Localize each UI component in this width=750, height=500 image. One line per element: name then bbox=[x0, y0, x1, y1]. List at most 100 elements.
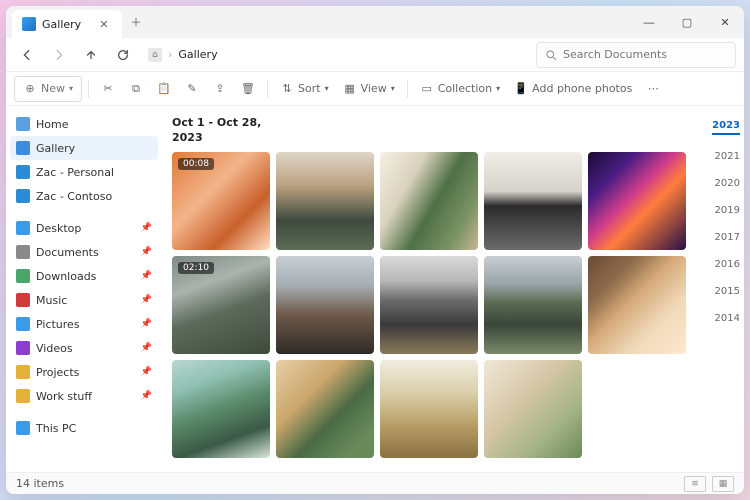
tab-gallery[interactable]: Gallery ✕ bbox=[12, 10, 122, 38]
year-timeline: 2023 2021 2020 2019 2017 2016 2015 2014 bbox=[700, 106, 744, 472]
new-label: New bbox=[41, 82, 65, 95]
share-button[interactable]: ⇪ bbox=[207, 76, 233, 102]
sidebar-item-label: Zac - Contoso bbox=[36, 190, 112, 203]
sidebar-item-zac-contoso[interactable]: Zac - Contoso bbox=[10, 184, 158, 208]
collection-button[interactable]: ▭ Collection ▾ bbox=[414, 76, 506, 102]
gallery-thumbnail[interactable]: 02:10 bbox=[172, 256, 270, 354]
folder-icon bbox=[16, 421, 30, 435]
sidebar-item-downloads[interactable]: Downloads 📌 bbox=[10, 264, 158, 288]
up-button[interactable] bbox=[78, 42, 104, 68]
sidebar-item-label: Downloads bbox=[36, 270, 96, 283]
plus-icon: ⊕ bbox=[23, 82, 37, 96]
refresh-button[interactable] bbox=[110, 42, 136, 68]
sidebar-item-pictures[interactable]: Pictures 📌 bbox=[10, 312, 158, 336]
search-input[interactable] bbox=[563, 48, 727, 61]
tab-title: Gallery bbox=[42, 18, 81, 31]
copy-button[interactable]: ⧉ bbox=[123, 76, 149, 102]
content-area: HomeGalleryZac - Personal Zac - Contoso D… bbox=[6, 106, 744, 472]
sidebar-item-home[interactable]: Home bbox=[10, 112, 158, 136]
chevron-down-icon: ▾ bbox=[391, 84, 395, 93]
gallery-thumbnail[interactable] bbox=[276, 360, 374, 458]
gallery-thumbnail[interactable] bbox=[588, 152, 686, 250]
sidebar-item-label: Pictures bbox=[36, 318, 80, 331]
timeline-year-2023[interactable]: 2023 bbox=[712, 120, 740, 135]
paste-button[interactable]: 📋 bbox=[151, 76, 177, 102]
cut-button[interactable]: ✂ bbox=[95, 76, 121, 102]
sidebar-item-documents[interactable]: Documents📌 bbox=[10, 240, 158, 264]
add-phone-photos-button[interactable]: 📱 Add phone photos bbox=[508, 76, 638, 102]
timeline-year-2015[interactable]: 2015 bbox=[715, 286, 740, 297]
delete-button[interactable]: 🗑 bbox=[235, 76, 261, 102]
sidebar-item-label: Work stuff bbox=[36, 390, 92, 403]
new-tab-button[interactable]: ＋ bbox=[122, 6, 150, 38]
rename-button[interactable]: ✎ bbox=[179, 76, 205, 102]
sidebar-item-label: Videos bbox=[36, 342, 73, 355]
date-year: 2023 bbox=[172, 131, 686, 144]
chevron-down-icon: ▾ bbox=[496, 84, 500, 93]
gallery-thumbnail[interactable] bbox=[276, 152, 374, 250]
gallery-thumbnail[interactable] bbox=[276, 256, 374, 354]
sidebar-item-this-pc[interactable]: This PC bbox=[10, 416, 158, 440]
sidebar-item-desktop[interactable]: Desktop 📌 bbox=[10, 216, 158, 240]
folder-icon bbox=[16, 341, 30, 355]
status-bar: 14 items ≡ ▦ bbox=[6, 472, 744, 494]
video-duration-badge: 00:08 bbox=[178, 158, 214, 170]
pin-icon: 📌 bbox=[141, 271, 152, 281]
command-bar: ⊕ New ▾ ✂ ⧉ 📋 ✎ ⇪ 🗑 ⇅ Sort ▾ ▦ View ▾ ▭ … bbox=[6, 72, 744, 106]
more-button[interactable]: ⋯ bbox=[640, 76, 666, 102]
close-tab-icon[interactable]: ✕ bbox=[96, 16, 112, 32]
sidebar-item-label: This PC bbox=[36, 422, 76, 435]
gallery-thumbnail[interactable]: 00:08 bbox=[172, 152, 270, 250]
list-view-toggle[interactable]: ≡ bbox=[684, 476, 706, 492]
gallery-tab-icon bbox=[22, 17, 36, 31]
folder-icon bbox=[16, 245, 30, 259]
search-box[interactable] bbox=[536, 42, 736, 68]
sort-button[interactable]: ⇅ Sort ▾ bbox=[274, 76, 335, 102]
address-bar: ⌂ › Gallery bbox=[6, 38, 744, 72]
item-count: 14 items bbox=[16, 477, 64, 490]
timeline-year-2017[interactable]: 2017 bbox=[715, 232, 740, 243]
timeline-year-2021[interactable]: 2021 bbox=[715, 151, 740, 162]
grid-view-toggle[interactable]: ▦ bbox=[712, 476, 734, 492]
sidebar-item-zac-personal[interactable]: Zac - Personal bbox=[10, 160, 158, 184]
gallery-thumbnail[interactable] bbox=[172, 360, 270, 458]
phone-icon: 📱 bbox=[514, 82, 528, 96]
timeline-year-2016[interactable]: 2016 bbox=[715, 259, 740, 270]
breadcrumb[interactable]: ⌂ › Gallery bbox=[142, 48, 530, 62]
close-window-button[interactable]: ✕ bbox=[706, 6, 744, 38]
gallery-thumbnail[interactable] bbox=[484, 360, 582, 458]
timeline-year-2014[interactable]: 2014 bbox=[715, 313, 740, 324]
collection-icon: ▭ bbox=[420, 82, 434, 96]
timeline-year-2019[interactable]: 2019 bbox=[715, 205, 740, 216]
sidebar-item-label: Desktop bbox=[36, 222, 81, 235]
gallery-thumbnail[interactable] bbox=[484, 152, 582, 250]
sidebar-item-label: Projects bbox=[36, 366, 79, 379]
sidebar-item-music[interactable]: Music📌 bbox=[10, 288, 158, 312]
more-icon: ⋯ bbox=[646, 82, 660, 96]
gallery-thumbnail[interactable] bbox=[380, 360, 478, 458]
navigation-pane: HomeGalleryZac - Personal Zac - Contoso D… bbox=[6, 106, 162, 472]
back-button[interactable] bbox=[14, 42, 40, 68]
forward-button[interactable] bbox=[46, 42, 72, 68]
gallery-view[interactable]: Oct 1 - Oct 28, 2023 00:0802:10 bbox=[162, 106, 700, 472]
sidebar-item-work-stuff[interactable]: Work stuff 📌 bbox=[10, 384, 158, 408]
timeline-year-2020[interactable]: 2020 bbox=[715, 178, 740, 189]
gallery-thumbnail[interactable] bbox=[484, 256, 582, 354]
new-button[interactable]: ⊕ New ▾ bbox=[14, 76, 82, 102]
cloud-icon bbox=[16, 165, 30, 179]
gallery-thumbnail[interactable] bbox=[588, 256, 686, 354]
gallery-thumbnail[interactable] bbox=[380, 256, 478, 354]
sidebar-item-gallery[interactable]: Gallery bbox=[10, 136, 158, 160]
minimize-button[interactable]: ― bbox=[630, 6, 668, 38]
sidebar-item-label: Documents bbox=[36, 246, 99, 259]
view-button[interactable]: ▦ View ▾ bbox=[337, 76, 401, 102]
gallery-thumbnail[interactable] bbox=[380, 152, 478, 250]
pin-icon: 📌 bbox=[141, 319, 152, 329]
video-duration-badge: 02:10 bbox=[178, 262, 214, 274]
search-icon bbox=[545, 49, 557, 61]
sidebar-item-videos[interactable]: Videos📌 bbox=[10, 336, 158, 360]
sidebar-item-projects[interactable]: Projects📌 bbox=[10, 360, 158, 384]
pin-icon: 📌 bbox=[141, 223, 152, 233]
maximize-button[interactable]: ▢ bbox=[668, 6, 706, 38]
pin-icon: 📌 bbox=[141, 391, 152, 401]
